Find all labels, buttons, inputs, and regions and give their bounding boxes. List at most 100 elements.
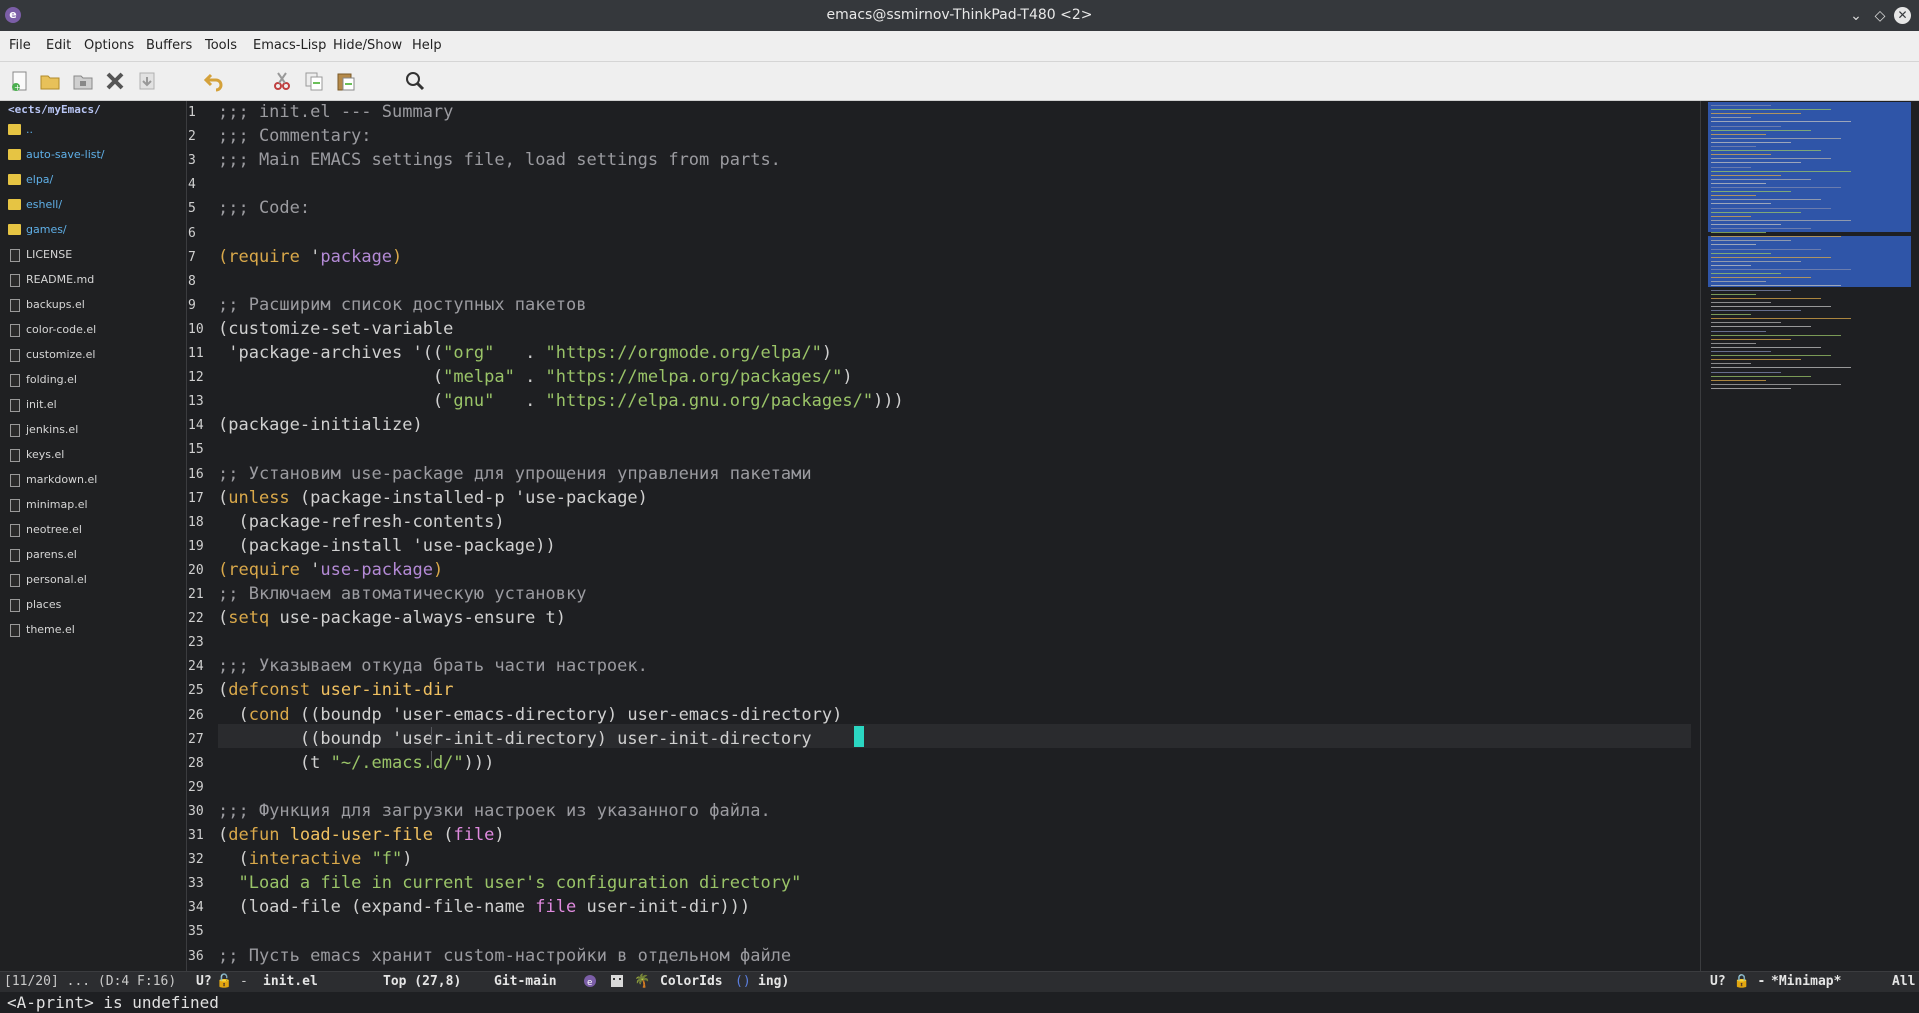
code-token: user-init-dir: [320, 680, 454, 701]
minimap-line: [1711, 273, 1781, 275]
minimap-line: [1711, 363, 1751, 365]
code-line: (cond ((boundp 'user-emacs-directory) us…: [218, 705, 842, 725]
tree-item-label: personal.el: [26, 573, 87, 586]
lock-icon: 🔓: [216, 974, 233, 989]
minimap-line: [1711, 375, 1811, 377]
file-icon: [10, 399, 20, 412]
line-number: 20: [188, 562, 204, 578]
minimap-pane[interactable]: [1701, 101, 1919, 971]
code-token: "https://orgmode.org/elpa/": [545, 343, 822, 363]
copy-icon[interactable]: [303, 70, 325, 92]
menu-edit[interactable]: Edit: [46, 38, 71, 53]
minimap-line: [1711, 166, 1751, 168]
minimap-line: [1711, 105, 1771, 106]
minimap-line: [1711, 346, 1821, 348]
minimap-line: [1711, 371, 1781, 373]
minimize-icon[interactable]: ⌄: [1846, 6, 1866, 26]
save-icon[interactable]: [136, 70, 158, 92]
menu-options[interactable]: Options: [84, 38, 134, 53]
text-cursor: [854, 726, 864, 747]
menu-tools[interactable]: Tools: [205, 38, 237, 53]
file-icon: [10, 374, 20, 387]
file-icon: [10, 449, 20, 462]
tree-item-label: keys.el: [26, 448, 65, 461]
code-token: require: [228, 559, 300, 580]
code-token: interactive: [248, 849, 362, 870]
code-line: ;; Пусть emacs хранит custom-настройки в…: [218, 946, 791, 966]
undo-icon[interactable]: [203, 70, 225, 92]
minimap-line: [1711, 301, 1771, 303]
minimap-line: [1711, 264, 1751, 266]
line-number: 34: [188, 900, 204, 916]
code-token: ): [402, 849, 413, 870]
minimap-line: [1711, 182, 1766, 184]
editor-pane[interactable]: 1 ;;; init.el --- Summary 2 ;;; Commentary:…: [187, 101, 1699, 971]
minimap-line: [1711, 330, 1766, 332]
minimap-line: [1711, 170, 1851, 172]
tree-item-label: color-code.el: [26, 323, 97, 336]
maximize-icon[interactable]: ◇: [1870, 6, 1890, 26]
code-line: ;;; Функция для загрузки настроек из ука…: [218, 801, 771, 821]
minimap-line: [1711, 203, 1771, 205]
modeline-color-ids[interactable]: ColorIds: [660, 974, 723, 989]
code-token: ;; Расширим список доступных пакетов: [218, 294, 587, 315]
menu-hide-show[interactable]: Hide/Show: [333, 38, 402, 53]
menu-help[interactable]: Help: [412, 38, 442, 53]
code-token: (: [218, 391, 444, 412]
new-file-icon[interactable]: +: [9, 70, 31, 92]
line-number: 17: [188, 490, 204, 506]
code-line: "Load a file in current user's configura…: [218, 873, 801, 893]
cut-icon[interactable]: [271, 70, 293, 92]
modeline-modes-tail: ing): [758, 974, 790, 989]
echo-area[interactable]: <A-print> is undefined: [0, 992, 1919, 1013]
code-line: ;; Расширим список доступных пакетов: [218, 295, 586, 315]
neotree-path[interactable]: <ects/myEmacs/: [8, 103, 101, 116]
tree-item-label: places: [26, 598, 62, 611]
minimap-line: [1711, 338, 1791, 340]
code-token: ;; Пусть emacs хранит custom-настройки в…: [218, 945, 792, 966]
search-icon[interactable]: [404, 70, 426, 92]
close-window-icon[interactable]: ✕: [1894, 7, 1911, 24]
file-icon: [10, 499, 20, 512]
window-title: emacs@ssmirnov-ThinkPad-T480 <2>: [826, 7, 1093, 23]
minimap-line: [1711, 297, 1821, 299]
dired-icon[interactable]: [72, 70, 94, 92]
svg-text:e: e: [587, 978, 592, 988]
line-number: 2: [188, 129, 196, 145]
code-token: defconst: [228, 680, 311, 701]
close-icon[interactable]: [104, 70, 126, 92]
modeline-position: Top (27,8): [383, 974, 462, 989]
modeline-minimap-buffer[interactable]: *Minimap*: [1771, 974, 1841, 989]
modeline-buffer-name[interactable]: init.el: [263, 974, 318, 989]
line-number: 28: [188, 755, 204, 771]
code-token: package: [320, 246, 393, 267]
code-token: (: [218, 704, 249, 725]
paste-icon[interactable]: [335, 70, 357, 92]
code-token: (package-installed-p 'use-package): [289, 487, 648, 508]
modeline-vc-branch[interactable]: Git-main: [494, 974, 557, 989]
code-line: 'package-archives '(("org" . "https://or…: [218, 343, 832, 363]
folder-icon: [8, 174, 21, 185]
tree-item-label: init.el: [26, 398, 57, 411]
tree-item-label: auto-save-list/: [26, 148, 105, 161]
menu-file[interactable]: File: [9, 38, 31, 53]
code-token: ))): [463, 752, 495, 773]
code-line: ;;; Указываем откуда брать части настрое…: [218, 656, 648, 676]
code-token: "https://melpa.org/packages/": [545, 367, 843, 388]
open-folder-icon[interactable]: [39, 70, 61, 92]
menu-buffers[interactable]: Buffers: [146, 38, 192, 53]
folder-icon: [8, 149, 21, 160]
line-number: 32: [188, 852, 204, 868]
code-token: "melpa": [443, 367, 515, 388]
code-token: "gnu": [443, 391, 495, 412]
minimap-line: [1711, 129, 1811, 131]
code-token: 'package-archives '((: [218, 343, 444, 363]
menu-emacs-lisp[interactable]: Emacs-Lisp: [253, 38, 326, 53]
code-token: ))): [873, 391, 904, 412]
code-token: ;;; Commentary:: [218, 126, 372, 147]
line-number: 29: [188, 779, 204, 795]
code-line: ;; Установим use-package для упрощения у…: [218, 464, 812, 484]
